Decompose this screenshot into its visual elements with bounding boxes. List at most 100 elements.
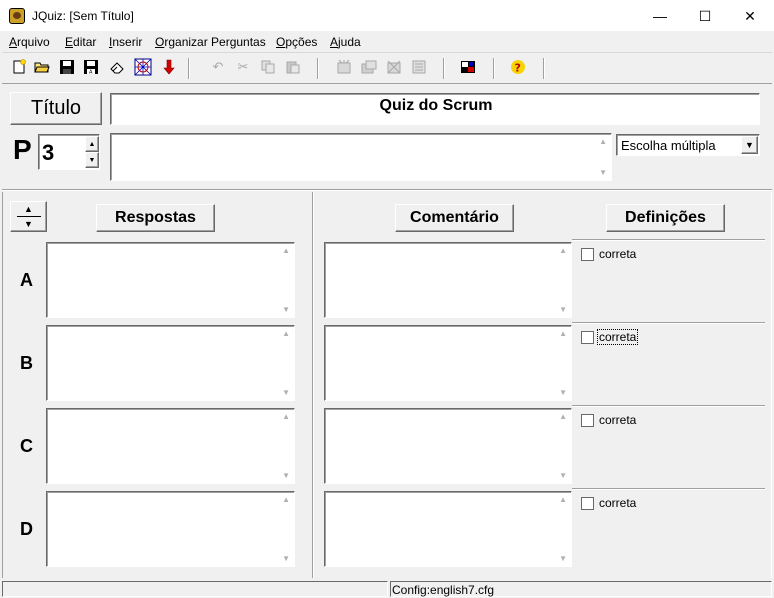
- delete-question-icon: [361, 60, 377, 74]
- correct-b-checkbox[interactable]: [581, 331, 594, 344]
- question-list-button[interactable]: [410, 58, 428, 76]
- comment-c-text-area[interactable]: ▲ ▼: [324, 408, 572, 484]
- quiz-title-field[interactable]: Quiz do Scrum: [110, 93, 760, 125]
- save-as-button[interactable]: A: [82, 58, 100, 76]
- quiz-title-text: Quiz do Scrum: [379, 97, 493, 114]
- menu-inserir-label: nserir: [112, 35, 143, 49]
- new-file-button[interactable]: [10, 58, 28, 76]
- correct-d-checkbox[interactable]: [581, 497, 594, 510]
- scroll-down-icon: ▼: [559, 554, 567, 563]
- undo-button[interactable]: ↶: [209, 58, 227, 76]
- paste-button[interactable]: [284, 58, 302, 76]
- comment-a-text-area[interactable]: ▲ ▼: [324, 242, 572, 318]
- eraser-button[interactable]: [108, 58, 126, 76]
- answer-c-text-area[interactable]: ▲ ▼: [46, 408, 295, 484]
- correct-b-label: correta: [597, 329, 639, 345]
- scroll-up-icon: ▲: [282, 495, 290, 504]
- correct-d-label: correta: [599, 496, 637, 510]
- question-text-area[interactable]: ▲ ▼: [110, 133, 612, 181]
- correct-c-label: correta: [599, 413, 637, 427]
- scroll-down-icon: ▼: [559, 388, 567, 397]
- scroll-down-icon: ▼: [282, 554, 290, 563]
- correct-c-checkbox[interactable]: [581, 414, 594, 427]
- answer-d-text-area[interactable]: ▲ ▼: [46, 491, 295, 567]
- toolbar-separator: [443, 58, 445, 79]
- save-button[interactable]: [58, 58, 76, 76]
- menu-editar[interactable]: Editar: [65, 35, 96, 49]
- menu-arquivo-mnemonic: A: [9, 35, 18, 49]
- menu-organizar-perguntas[interactable]: Organizar Perguntas: [155, 35, 266, 49]
- menu-ajuda[interactable]: Ajuda: [330, 35, 361, 49]
- scroll-up-icon: ▲: [282, 412, 290, 421]
- close-button[interactable]: ✕: [727, 0, 773, 32]
- titulo-button[interactable]: Título: [10, 92, 102, 125]
- answer-letter-d: D: [20, 519, 33, 539]
- definicoes-button[interactable]: Definições: [606, 204, 725, 232]
- menu-editar-mnemonic: E: [65, 35, 74, 49]
- menu-arquivo[interactable]: Arquivo: [9, 35, 50, 49]
- config-button[interactable]: [459, 58, 477, 76]
- answer-a-text-area[interactable]: ▲ ▼: [46, 242, 295, 318]
- dropdown-button[interactable]: ▼: [741, 136, 758, 154]
- scroll-up-icon: ▲: [559, 246, 567, 255]
- config-icon: [461, 61, 475, 73]
- menu-inserir[interactable]: Inserir: [109, 35, 142, 49]
- cut-button[interactable]: ✂: [234, 58, 252, 76]
- comentario-button[interactable]: Comentário: [395, 204, 514, 232]
- scroll-up-icon: ▲: [559, 329, 567, 338]
- minimize-button[interactable]: —: [637, 0, 683, 32]
- question-number-spinner[interactable]: 3 ▲ ▼: [38, 134, 100, 170]
- scroll-up-icon: ▲: [282, 329, 290, 338]
- settings-divider: [572, 239, 765, 241]
- question-tools-button[interactable]: [385, 58, 403, 76]
- menu-bar: Arquivo Editar Inserir Organizar Pergunt…: [0, 32, 774, 52]
- web-page-button[interactable]: [134, 58, 152, 76]
- menu-opcoes[interactable]: Opções: [276, 35, 317, 49]
- answer-b-text-area[interactable]: ▲ ▼: [46, 325, 295, 401]
- scroll-down-icon: ▼: [599, 168, 607, 177]
- reorder-button[interactable]: ▲ ▼: [10, 201, 47, 232]
- triangle-down-icon: ▼: [88, 156, 96, 164]
- scroll-up-icon: ▲: [599, 137, 607, 146]
- save-as-icon: A: [84, 60, 98, 75]
- undo-icon: ↶: [212, 59, 224, 74]
- config-status-text: Config:english7.cfg: [392, 583, 495, 597]
- answer-letter-b: B: [20, 353, 33, 373]
- toolbar-separator: [543, 58, 545, 79]
- delete-question-button[interactable]: [360, 58, 378, 76]
- spinner-down-button[interactable]: ▼: [85, 152, 99, 168]
- scroll-down-icon: ▼: [559, 305, 567, 314]
- export-button[interactable]: [160, 58, 178, 76]
- spinner-up-button[interactable]: ▲: [85, 136, 99, 152]
- copy-button[interactable]: [259, 58, 277, 76]
- insert-question-button[interactable]: [335, 58, 353, 76]
- question-type-select[interactable]: Escolha múltipla ▼: [616, 134, 760, 156]
- comment-b-text-area[interactable]: ▲ ▼: [324, 325, 572, 401]
- reorder-divider: [16, 216, 41, 217]
- maximize-button[interactable]: ☐: [682, 0, 728, 32]
- open-button[interactable]: [33, 58, 51, 76]
- menu-opcoes-mnemonic: O: [276, 35, 286, 49]
- toolbar-separator: [188, 58, 190, 79]
- help-button[interactable]: ?: [509, 58, 527, 76]
- respostas-button[interactable]: Respostas: [96, 204, 215, 232]
- app-logo-icon: [9, 8, 25, 24]
- status-bar: Config:english7.cfg: [0, 580, 774, 598]
- scroll-up-icon: ▲: [559, 495, 567, 504]
- menu-opcoes-label: pções: [285, 35, 318, 49]
- question-list-icon: [412, 60, 426, 74]
- triangle-down-icon: ▼: [24, 219, 33, 229]
- left-edge: [2, 192, 3, 578]
- help-icon: ?: [511, 60, 525, 75]
- paste-icon: [286, 61, 300, 74]
- settings-divider: [572, 488, 765, 490]
- new-file-icon: [13, 59, 26, 74]
- correct-a-checkbox[interactable]: [581, 248, 594, 261]
- right-edge: [771, 192, 772, 578]
- minimize-icon: —: [653, 8, 667, 24]
- comment-d-text-area[interactable]: ▲ ▼: [324, 491, 572, 567]
- header-divider: [2, 189, 772, 191]
- answer-letter-c: C: [20, 436, 33, 456]
- toolbar-separator: [493, 58, 495, 79]
- cut-icon: ✂: [237, 59, 249, 74]
